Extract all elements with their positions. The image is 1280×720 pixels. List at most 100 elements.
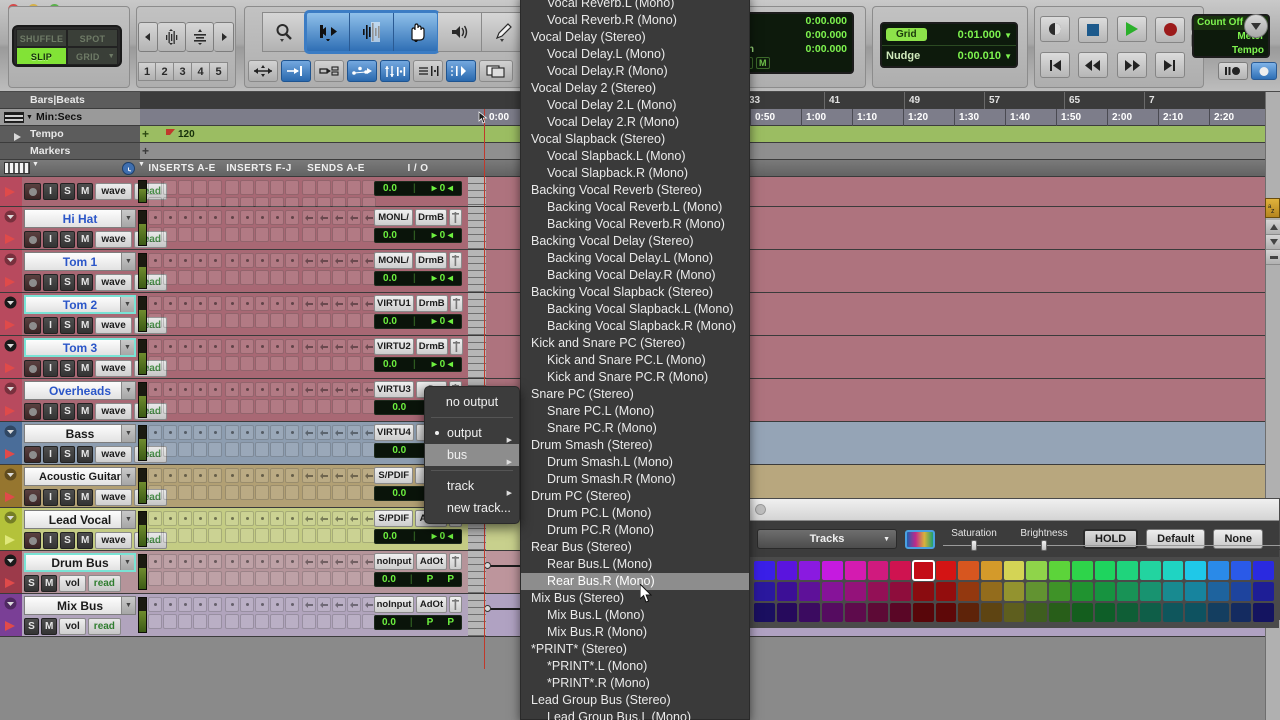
mute-tag[interactable]: M bbox=[756, 57, 770, 69]
bus-menu-item[interactable]: Vocal Reverb.L (Mono) bbox=[521, 0, 749, 12]
track-playlist-icon[interactable] bbox=[4, 185, 18, 199]
insert-slot-top[interactable] bbox=[178, 339, 192, 354]
insert-slot-top[interactable] bbox=[302, 597, 316, 612]
insert-slot-bottom[interactable] bbox=[240, 227, 254, 242]
insertion-follows-button[interactable] bbox=[380, 60, 410, 82]
insert-slot[interactable] bbox=[193, 253, 207, 285]
insert-slot-bottom[interactable] bbox=[163, 313, 177, 328]
insert-slot[interactable] bbox=[148, 425, 162, 457]
insert-slot-bottom[interactable] bbox=[270, 485, 284, 500]
insert-slot[interactable] bbox=[225, 382, 239, 414]
color-swatch[interactable] bbox=[1230, 561, 1252, 580]
insert-slot[interactable] bbox=[285, 425, 299, 457]
insert-slot-top[interactable] bbox=[240, 339, 254, 354]
inserts-bank[interactable] bbox=[225, 382, 299, 414]
insert-slot-bottom[interactable] bbox=[270, 356, 284, 371]
input-selector[interactable]: MONL/ bbox=[374, 252, 414, 269]
record-enable-button[interactable] bbox=[24, 446, 41, 463]
record-enable-button[interactable] bbox=[24, 403, 41, 420]
insert-slot-bottom[interactable] bbox=[225, 614, 239, 629]
input-monitor-button[interactable]: I bbox=[43, 360, 58, 377]
insert-slot-bottom[interactable] bbox=[148, 485, 162, 500]
input-selector[interactable]: VIRTU2 bbox=[374, 338, 414, 355]
chevron-down-icon[interactable]: ▼ bbox=[26, 109, 33, 126]
inserts-bank[interactable] bbox=[225, 554, 299, 586]
insert-slot[interactable] bbox=[208, 468, 222, 500]
bus-menu-item[interactable]: Backing Vocal Delay (Stereo) bbox=[521, 233, 749, 250]
insert-slot-bottom[interactable] bbox=[317, 614, 331, 629]
insert-slot[interactable] bbox=[163, 597, 177, 629]
insert-slot-top[interactable] bbox=[285, 253, 299, 268]
insert-slot-bottom[interactable] bbox=[148, 227, 162, 242]
insert-slot-bottom[interactable] bbox=[178, 614, 192, 629]
insert-slot-top[interactable] bbox=[148, 511, 162, 526]
insert-slot-bottom[interactable] bbox=[208, 356, 222, 371]
insert-slot-bottom[interactable] bbox=[193, 528, 207, 543]
zoom-preset-1[interactable]: 1 bbox=[138, 62, 156, 81]
ruler-min-secs[interactable]: ▼ Min:Secs bbox=[0, 109, 140, 126]
tab-to-transients-button[interactable] bbox=[248, 60, 278, 82]
insert-slot[interactable] bbox=[347, 425, 361, 457]
insert-slot[interactable] bbox=[285, 554, 299, 586]
color-swatch[interactable] bbox=[1117, 561, 1138, 580]
insert-slot-top[interactable] bbox=[270, 425, 284, 440]
insert-slot[interactable] bbox=[178, 296, 192, 328]
inserts-bank[interactable] bbox=[148, 296, 222, 328]
automation-mode-button[interactable]: read bbox=[87, 618, 121, 635]
insert-slot-top[interactable] bbox=[270, 296, 284, 311]
track-playlist-icon[interactable] bbox=[4, 275, 18, 289]
record-enable-button[interactable] bbox=[24, 360, 41, 377]
insert-slot-bottom[interactable] bbox=[255, 442, 269, 457]
track-playlist-icon[interactable] bbox=[4, 490, 18, 504]
insert-slot-top[interactable] bbox=[317, 425, 331, 440]
color-swatch[interactable] bbox=[867, 582, 889, 601]
insert-slot[interactable] bbox=[225, 597, 239, 629]
insert-slot-top[interactable] bbox=[208, 554, 222, 569]
insert-slot[interactable] bbox=[225, 210, 239, 242]
insert-slot-bottom[interactable] bbox=[163, 528, 177, 543]
insert-slot-bottom[interactable] bbox=[347, 227, 361, 242]
insert-slot-bottom[interactable] bbox=[347, 485, 361, 500]
insert-slot[interactable] bbox=[225, 296, 239, 328]
insert-slot-bottom[interactable] bbox=[317, 313, 331, 328]
record-enable-button[interactable] bbox=[24, 183, 41, 200]
insert-slot-bottom[interactable] bbox=[302, 270, 316, 285]
insert-slot-top[interactable] bbox=[208, 180, 222, 195]
insert-slot-top[interactable] bbox=[317, 597, 331, 612]
bus-menu-item[interactable]: Lead Group Bus.L (Mono) bbox=[521, 709, 749, 720]
insert-slot-bottom[interactable] bbox=[208, 270, 222, 285]
insert-slot[interactable] bbox=[347, 597, 361, 629]
column-sends-ae[interactable]: SENDS A-E bbox=[299, 160, 373, 177]
insert-slot-top[interactable] bbox=[208, 511, 222, 526]
inserts-bank[interactable] bbox=[148, 425, 222, 457]
saturation-knob[interactable] bbox=[971, 540, 977, 551]
insert-slot-top[interactable] bbox=[302, 210, 316, 225]
track-playlist-icon[interactable] bbox=[4, 533, 18, 547]
insert-slot-top[interactable] bbox=[178, 253, 192, 268]
insert-slot-bottom[interactable] bbox=[193, 442, 207, 457]
insert-slot-top[interactable] bbox=[240, 296, 254, 311]
insert-slot[interactable] bbox=[163, 425, 177, 457]
insert-slot-bottom[interactable] bbox=[193, 313, 207, 328]
track-collapse-icon[interactable] bbox=[4, 296, 18, 310]
insert-slot[interactable] bbox=[332, 554, 346, 586]
insert-slot[interactable] bbox=[178, 253, 192, 285]
insert-slot[interactable] bbox=[302, 597, 316, 629]
saturation-slider[interactable]: Saturation bbox=[943, 528, 1280, 551]
insert-slot-top[interactable] bbox=[193, 339, 207, 354]
menu-item-new-track[interactable]: new track... bbox=[425, 497, 519, 519]
link-timeline-edit-button[interactable] bbox=[281, 60, 311, 82]
insert-slot-bottom[interactable] bbox=[148, 528, 162, 543]
insert-slot-bottom[interactable] bbox=[302, 356, 316, 371]
insert-slot[interactable] bbox=[285, 210, 299, 242]
track-playlist-icon[interactable] bbox=[4, 576, 18, 590]
track-mode-button[interactable]: wave bbox=[95, 403, 132, 420]
insert-slot-top[interactable] bbox=[302, 468, 316, 483]
color-swatch[interactable] bbox=[1208, 603, 1229, 622]
insert-slot-bottom[interactable] bbox=[285, 399, 299, 414]
color-swatch[interactable] bbox=[1185, 603, 1207, 622]
track-collapse-icon[interactable] bbox=[4, 511, 18, 525]
transport-stop-button[interactable] bbox=[1078, 17, 1109, 43]
bus-menu-item[interactable]: Vocal Slapback.R (Mono) bbox=[521, 165, 749, 182]
bus-menu-item[interactable]: Vocal Delay.R (Mono) bbox=[521, 63, 749, 80]
